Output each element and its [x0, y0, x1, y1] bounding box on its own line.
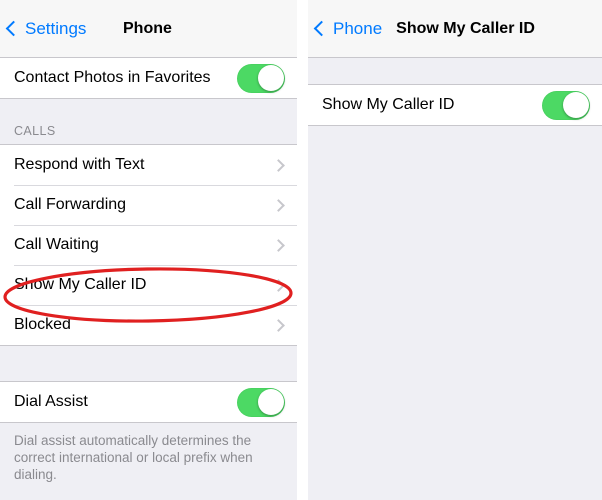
back-button-phone[interactable]: Phone	[308, 20, 382, 37]
group-contact-photos: Contact Photos in Favorites	[0, 58, 297, 99]
phone-settings-panel: Settings Phone Contact Photos in Favorit…	[0, 0, 297, 500]
section-header-calls: CALLS	[0, 99, 297, 144]
row-show-my-caller-id-toggle[interactable]: Show My Caller ID	[308, 85, 602, 125]
group-dial-assist: Dial Assist	[0, 381, 297, 423]
row-call-waiting[interactable]: Call Waiting	[0, 225, 297, 265]
toggle-contact-photos-in-favorites[interactable]	[237, 63, 285, 93]
row-label: Dial Assist	[14, 393, 88, 410]
chevron-right-icon	[272, 158, 285, 172]
toggle-dial-assist[interactable]	[237, 387, 285, 417]
chevron-left-icon	[5, 20, 22, 36]
panel-divider	[297, 0, 308, 500]
screenshot-root: Settings Phone Contact Photos in Favorit…	[0, 0, 602, 500]
row-label: Contact Photos in Favorites	[14, 69, 211, 86]
toggle-knob	[257, 389, 284, 415]
row-label: Respond with Text	[14, 156, 145, 173]
footer-note-dial-assist: Dial assist automatically determines the…	[0, 423, 297, 483]
row-label: Call Forwarding	[14, 196, 127, 213]
navigation-bar-phone: Settings Phone	[0, 0, 297, 58]
row-label: Blocked	[14, 316, 71, 333]
navigation-bar-caller-id: Phone Show My Caller ID	[308, 0, 602, 58]
row-show-my-caller-id[interactable]: Show My Caller ID	[0, 265, 297, 305]
chevron-right-icon	[272, 278, 285, 292]
back-button-settings[interactable]: Settings	[0, 20, 86, 37]
row-dial-assist[interactable]: Dial Assist	[0, 382, 297, 422]
page-title: Show My Caller ID	[396, 19, 535, 37]
row-blocked[interactable]: Blocked	[0, 305, 297, 345]
chevron-right-icon	[272, 198, 285, 212]
toggle-show-my-caller-id[interactable]	[542, 90, 590, 120]
chevron-right-icon	[272, 318, 285, 332]
top-spacer	[308, 58, 602, 84]
section-spacer	[0, 346, 297, 381]
row-respond-with-text[interactable]: Respond with Text	[0, 145, 297, 185]
row-label: Call Waiting	[14, 236, 99, 253]
show-my-caller-id-panel: Phone Show My Caller ID Show My Caller I…	[308, 0, 602, 500]
toggle-knob	[257, 65, 284, 91]
back-button-label: Settings	[25, 19, 87, 38]
row-contact-photos-in-favorites[interactable]: Contact Photos in Favorites	[0, 58, 297, 98]
row-label: Show My Caller ID	[322, 96, 455, 113]
chevron-right-icon	[272, 238, 285, 252]
row-call-forwarding[interactable]: Call Forwarding	[0, 185, 297, 225]
back-button-label: Phone	[333, 19, 383, 38]
page-title: Phone	[123, 19, 172, 37]
toggle-knob	[562, 92, 589, 118]
chevron-left-icon	[313, 20, 330, 36]
row-label: Show My Caller ID	[14, 276, 147, 293]
group-caller-id: Show My Caller ID	[308, 84, 602, 126]
group-calls: Respond with Text Call Forwarding Call W…	[0, 144, 297, 346]
